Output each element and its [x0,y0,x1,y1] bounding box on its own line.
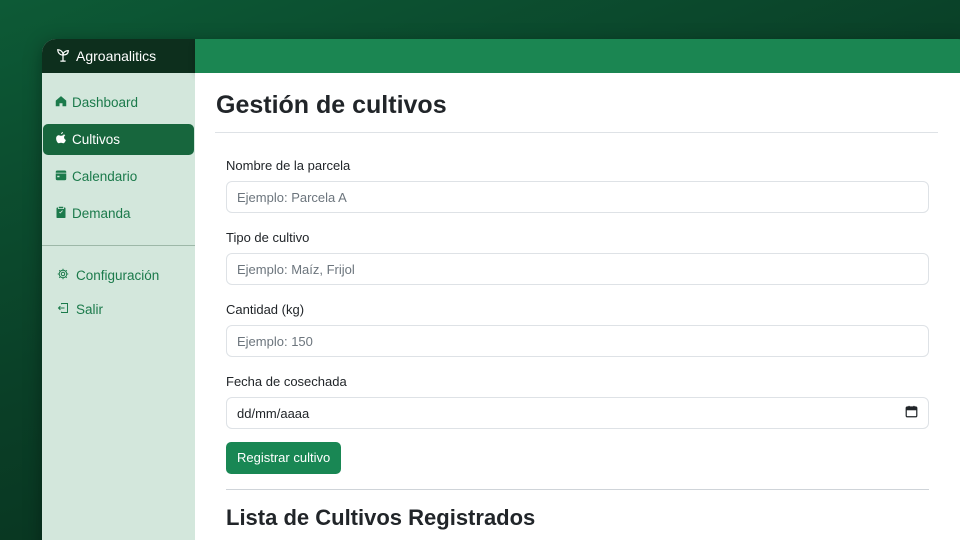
cultivo-label: Tipo de cultivo [226,230,310,245]
apple-icon [55,132,67,147]
sidebar-divider [42,245,195,246]
calendar-icon [55,169,67,184]
form-divider [226,489,929,490]
sidebar-item-label: Salir [76,302,104,317]
registrar-cultivo-button[interactable]: Registrar cultivo [226,442,342,474]
logout-icon [57,302,69,317]
calendar-picker-icon[interactable] [905,405,918,421]
app-window: Agroanalitics Dashboard Cultivos Calenda… [42,39,960,540]
sidebar-item-configuracion[interactable]: Configuración [43,260,194,291]
sidebar: Agroanalitics Dashboard Cultivos Calenda… [42,39,195,540]
fecha-date-input[interactable]: dd/mm/aaaa [226,397,929,429]
crop-form: Nombre de la parcela Tipo de cultivo Can… [226,157,929,474]
top-bar [195,39,960,73]
sidebar-item-cultivos[interactable]: Cultivos [43,124,194,155]
list-title: Lista de Cultivos Registrados [226,505,536,530]
clipboard-icon [55,206,67,221]
sidebar-item-label: Demanda [72,206,131,221]
sidebar-item-label: Cultivos [72,132,121,147]
page-title: Gestión de cultivos [216,91,447,119]
cantidad-input[interactable] [226,325,929,357]
brand-name: Agroanalitics [76,48,157,64]
sidebar-item-dashboard[interactable]: Dashboard [43,87,194,118]
title-divider [215,132,938,133]
sidebar-item-label: Dashboard [72,95,139,110]
cultivo-input[interactable] [226,253,929,285]
parcela-label: Nombre de la parcela [226,158,351,173]
sidebar-item-label: Configuración [76,268,160,283]
sidebar-nav: Dashboard Cultivos Calendario Demanda [42,73,195,229]
brand[interactable]: Agroanalitics [42,39,195,73]
fecha-label: Fecha de cosechada [226,374,347,389]
fecha-value: dd/mm/aaaa [237,405,310,421]
sidebar-secondary-nav: Configuración Salir [42,260,195,325]
main-content: Gestión de cultivos Nombre de la parcela… [195,73,960,540]
gear-icon [57,268,69,283]
parcela-input[interactable] [226,181,929,213]
sprout-icon [56,48,70,65]
sidebar-item-calendario[interactable]: Calendario [43,161,194,192]
sidebar-item-demanda[interactable]: Demanda [43,198,194,229]
house-icon [55,95,67,110]
cantidad-label: Cantidad (kg) [226,302,305,317]
sidebar-item-salir[interactable]: Salir [43,294,194,325]
sidebar-item-label: Calendario [72,169,138,184]
